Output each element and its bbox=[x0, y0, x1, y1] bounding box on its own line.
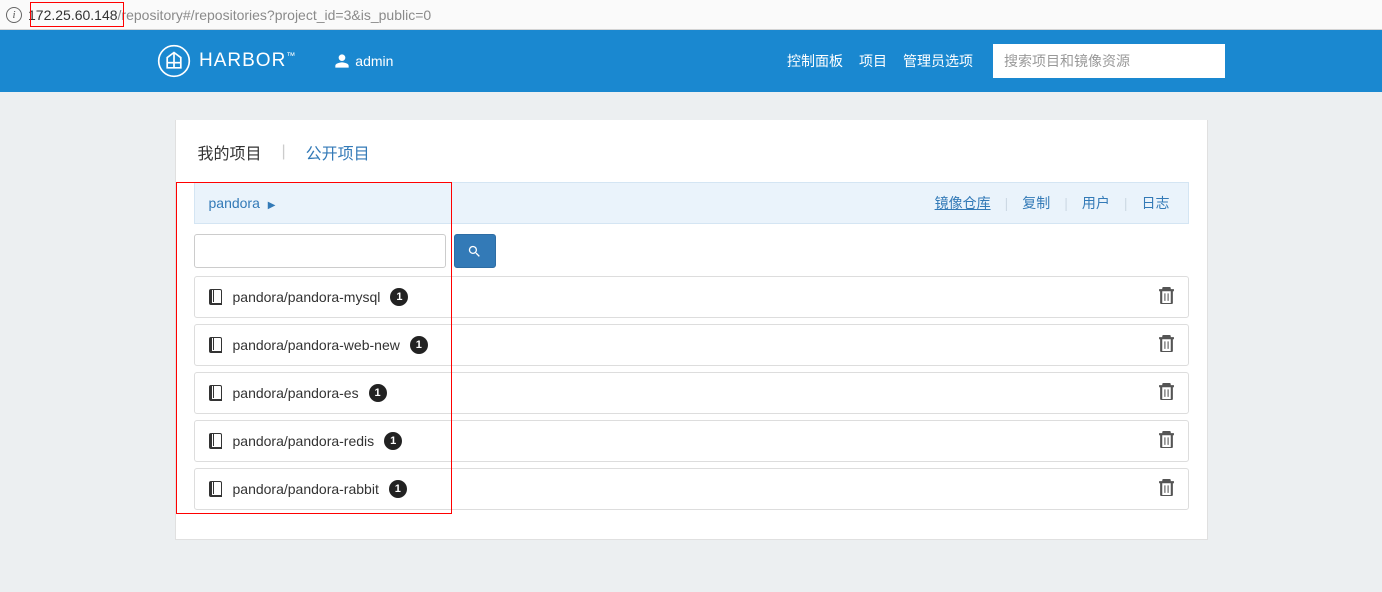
breadcrumb-project[interactable]: pandora ▶ bbox=[209, 195, 276, 211]
tab-separator: | bbox=[282, 143, 286, 161]
repository-list: pandora/pandora-mysql 1 pandora/pandora-… bbox=[194, 276, 1189, 510]
repository-name: pandora/pandora-mysql bbox=[233, 289, 381, 305]
breadcrumb-bar: pandora ▶ 镜像仓库 | 复制 | 用户 | 日志 bbox=[194, 182, 1189, 224]
tag-count-badge: 1 bbox=[390, 288, 408, 306]
url-path: /repository#/repositories?project_id=3&i… bbox=[118, 7, 432, 23]
search-icon bbox=[467, 244, 482, 259]
breadcrumb-project-name: pandora bbox=[209, 195, 260, 211]
repo-filter-button[interactable] bbox=[454, 234, 496, 268]
trash-icon bbox=[1159, 335, 1174, 352]
delete-repo-button[interactable] bbox=[1159, 479, 1174, 499]
repository-row[interactable]: pandora/pandora-web-new 1 bbox=[194, 324, 1189, 366]
global-search-input[interactable] bbox=[993, 44, 1225, 78]
brand-logo[interactable]: HARBOR™ bbox=[157, 44, 296, 78]
repository-row[interactable]: pandora/pandora-rabbit 1 bbox=[194, 468, 1189, 510]
tag-count-badge: 1 bbox=[410, 336, 428, 354]
book-icon bbox=[209, 433, 223, 449]
subnav-replication[interactable]: 复制 bbox=[1018, 193, 1054, 213]
subnav-repos[interactable]: 镜像仓库 bbox=[931, 193, 995, 213]
delete-repo-button[interactable] bbox=[1159, 335, 1174, 355]
info-icon[interactable]: i bbox=[6, 7, 22, 23]
subnav-logs[interactable]: 日志 bbox=[1138, 193, 1174, 213]
browser-address-bar: i 172.25.60.148/repository#/repositories… bbox=[0, 0, 1382, 30]
tab-public-projects[interactable]: 公开项目 bbox=[306, 140, 370, 164]
repository-row[interactable]: pandora/pandora-es 1 bbox=[194, 372, 1189, 414]
delete-repo-button[interactable] bbox=[1159, 287, 1174, 307]
current-user[interactable]: admin bbox=[334, 53, 393, 69]
tag-count-badge: 1 bbox=[389, 480, 407, 498]
book-icon bbox=[209, 481, 223, 497]
trash-icon bbox=[1159, 479, 1174, 496]
tag-count-badge: 1 bbox=[369, 384, 387, 402]
subnav: 镜像仓库 | 复制 | 用户 | 日志 bbox=[931, 193, 1174, 213]
header-nav: 控制面板 项目 管理员选项 bbox=[779, 30, 1225, 92]
repository-name: pandora/pandora-rabbit bbox=[233, 481, 379, 497]
book-icon bbox=[209, 385, 223, 401]
repository-name: pandora/pandora-es bbox=[233, 385, 359, 401]
caret-right-icon: ▶ bbox=[268, 200, 276, 211]
harbor-logo-icon bbox=[157, 44, 191, 78]
nav-dashboard[interactable]: 控制面板 bbox=[779, 51, 851, 71]
global-search bbox=[993, 44, 1225, 78]
nav-projects[interactable]: 项目 bbox=[851, 51, 895, 71]
repository-name: pandora/pandora-redis bbox=[233, 433, 375, 449]
trash-icon bbox=[1159, 287, 1174, 304]
repo-filter-row bbox=[194, 234, 1189, 268]
book-icon bbox=[209, 337, 223, 353]
page-body: 我的项目 | 公开项目 pandora ▶ 镜像仓库 | 复制 | 用户 | 日… bbox=[0, 92, 1382, 592]
tag-count-badge: 1 bbox=[384, 432, 402, 450]
trash-icon bbox=[1159, 383, 1174, 400]
project-tabs: 我的项目 | 公开项目 bbox=[194, 140, 1189, 164]
user-icon bbox=[334, 53, 350, 69]
delete-repo-button[interactable] bbox=[1159, 431, 1174, 451]
delete-repo-button[interactable] bbox=[1159, 383, 1174, 403]
username-label: admin bbox=[355, 53, 393, 69]
main-card: 我的项目 | 公开项目 pandora ▶ 镜像仓库 | 复制 | 用户 | 日… bbox=[175, 120, 1208, 540]
url-text[interactable]: 172.25.60.148/repository#/repositories?p… bbox=[28, 7, 431, 23]
nav-admin-opts[interactable]: 管理员选项 bbox=[895, 51, 981, 71]
repository-row[interactable]: pandora/pandora-mysql 1 bbox=[194, 276, 1189, 318]
book-icon bbox=[209, 289, 223, 305]
repository-row[interactable]: pandora/pandora-redis 1 bbox=[194, 420, 1189, 462]
trash-icon bbox=[1159, 431, 1174, 448]
repository-name: pandora/pandora-web-new bbox=[233, 337, 400, 353]
subnav-users[interactable]: 用户 bbox=[1078, 193, 1114, 213]
app-header: HARBOR™ admin 控制面板 项目 管理员选项 bbox=[0, 30, 1382, 92]
url-host: 172.25.60.148 bbox=[28, 7, 118, 23]
tab-my-projects[interactable]: 我的项目 bbox=[198, 140, 262, 164]
brand-text: HARBOR™ bbox=[199, 50, 296, 72]
repo-filter-input[interactable] bbox=[194, 234, 446, 268]
